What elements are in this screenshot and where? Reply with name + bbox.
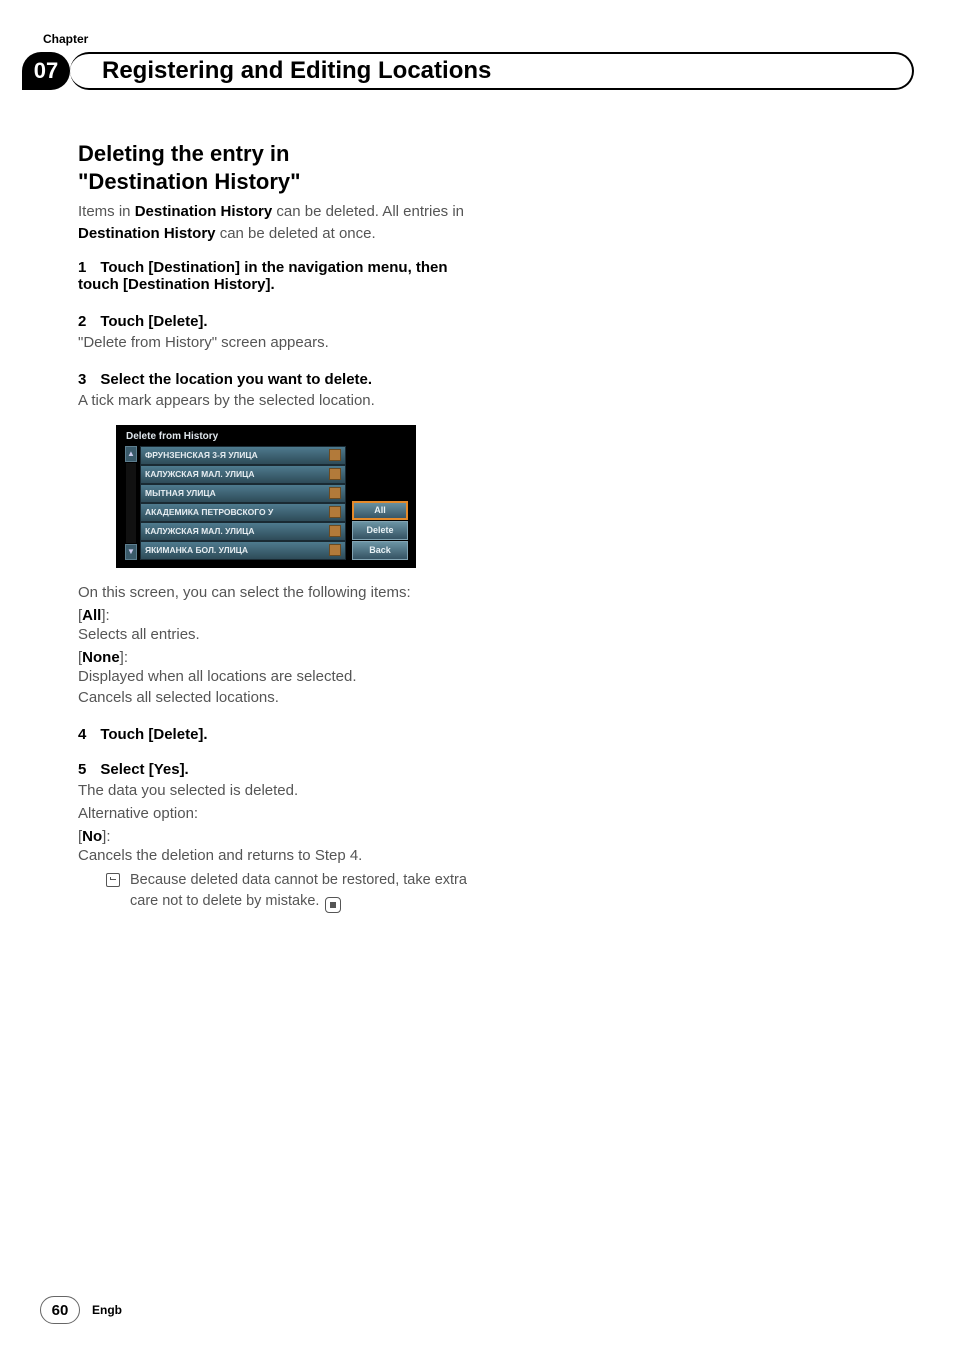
option-none: [None]: <box>78 649 478 666</box>
chapter-label: Chapter <box>43 32 88 46</box>
checkbox-icon[interactable] <box>329 468 341 480</box>
page-language: Engb <box>92 1303 122 1317</box>
checkbox-icon[interactable] <box>329 487 341 499</box>
option-all-desc: Selects all entries. <box>78 624 478 645</box>
step3-text: Select the location you want to delete. <box>100 371 372 388</box>
list-item[interactable]: ЯКИМАНКА БОЛ. УЛИЦА <box>140 541 346 560</box>
list-item[interactable]: ФРУНЗЕНСКАЯ 3-Я УЛИЦА <box>140 446 346 465</box>
checkbox-icon[interactable] <box>329 544 341 556</box>
back-button[interactable]: Back <box>352 541 408 560</box>
intro-pre: Items in <box>78 203 135 220</box>
list-item-label: ФРУНЗЕНСКАЯ 3-Я УЛИЦА <box>145 450 258 460</box>
list-item-label: КАЛУЖСКАЯ МАЛ. УЛИЦА <box>145 469 254 479</box>
scroll-down-icon[interactable]: ▼ <box>125 544 137 560</box>
step3-number: 3 <box>78 371 100 388</box>
main-content: Deleting the entry in "Destination Histo… <box>78 140 478 913</box>
page-footer: 60 Engb <box>40 1296 122 1324</box>
list-item[interactable]: АКАДЕМИКА ПЕТРОВСКОГО У <box>140 503 346 522</box>
list-item-label: ЯКИМАНКА БОЛ. УЛИЦА <box>145 545 248 555</box>
step-3: 3Select the location you want to delete. <box>78 371 478 388</box>
step-2: 2Touch [Delete]. <box>78 313 478 330</box>
step4-text: Touch [Delete]. <box>100 726 207 743</box>
intro-paragraph: Items in Destination History can be dele… <box>78 201 478 245</box>
intro-post: can be deleted at once. <box>216 225 376 242</box>
step2-followup: "Delete from History" screen appears. <box>78 332 478 353</box>
checkbox-icon[interactable] <box>329 449 341 461</box>
option-all: [All]: <box>78 607 478 624</box>
step5-followup: The data you selected is deleted. <box>78 780 478 801</box>
chapter-number-tab: 07 <box>22 52 70 90</box>
heading-line1: Deleting the entry in <box>78 141 289 166</box>
list-item-label: МЫТНАЯ УЛИЦА <box>145 488 216 498</box>
post-screenshot-lead: On this screen, you can select the follo… <box>78 582 478 603</box>
section-heading: Deleting the entry in "Destination Histo… <box>78 140 478 195</box>
step3-followup: A tick mark appears by the selected loca… <box>78 390 478 411</box>
device-screenshot: Delete from History ▲ ▼ ФРУНЗЕНСКАЯ 3-Я … <box>116 425 478 568</box>
note-bullet-icon <box>106 873 120 887</box>
all-button[interactable]: All <box>352 501 408 520</box>
alternative-option-label: Alternative option: <box>78 803 478 824</box>
intro-mid: can be deleted. All entries in <box>272 203 464 220</box>
step1-text: Touch [Destination] in the navigation me… <box>78 259 448 293</box>
scroll-up-icon[interactable]: ▲ <box>125 446 137 462</box>
step5-number: 5 <box>78 761 100 778</box>
page-header: Registering and Editing Locations <box>70 52 914 90</box>
checkbox-icon[interactable] <box>329 506 341 518</box>
option-no-desc: Cancels the deletion and returns to Step… <box>78 845 478 866</box>
step1-number: 1 <box>78 259 100 276</box>
step5-text: Select [Yes]. <box>100 761 188 778</box>
delete-button[interactable]: Delete <box>352 521 408 540</box>
end-section-icon <box>325 897 341 913</box>
list-item[interactable]: КАЛУЖСКАЯ МАЛ. УЛИЦА <box>140 465 346 484</box>
option-no: [No]: <box>78 828 478 845</box>
step4-number: 4 <box>78 726 100 743</box>
heading-line2: "Destination History" <box>78 169 301 194</box>
step-5: 5Select [Yes]. <box>78 761 478 778</box>
step2-number: 2 <box>78 313 100 330</box>
scrollbar[interactable]: ▲ ▼ <box>124 446 138 560</box>
list-item[interactable]: МЫТНАЯ УЛИЦА <box>140 484 346 503</box>
note-text: Because deleted data cannot be restored,… <box>130 872 467 909</box>
checkbox-icon[interactable] <box>329 525 341 537</box>
list-item-label: КАЛУЖСКАЯ МАЛ. УЛИЦА <box>145 526 254 536</box>
step2-text: Touch [Delete]. <box>100 313 207 330</box>
step-4: 4Touch [Delete]. <box>78 726 478 743</box>
option-none-desc1: Displayed when all locations are selecte… <box>78 666 478 687</box>
scroll-track[interactable] <box>126 463 136 543</box>
page-title: Registering and Editing Locations <box>102 57 491 85</box>
option-no-label: No <box>82 828 102 845</box>
screenshot-title: Delete from History <box>124 431 408 442</box>
page-number: 60 <box>40 1296 80 1324</box>
option-all-label: All <box>82 607 101 624</box>
destination-history-term-2: Destination History <box>78 225 216 242</box>
option-none-label: None <box>82 649 120 666</box>
note: Because deleted data cannot be restored,… <box>78 870 478 913</box>
list-item-label: АКАДЕМИКА ПЕТРОВСКОГО У <box>145 507 273 517</box>
step-1: 1Touch [Destination] in the navigation m… <box>78 259 478 293</box>
option-none-desc2: Cancels all selected locations. <box>78 687 478 708</box>
list-item[interactable]: КАЛУЖСКАЯ МАЛ. УЛИЦА <box>140 522 346 541</box>
destination-history-term-1: Destination History <box>135 203 273 220</box>
